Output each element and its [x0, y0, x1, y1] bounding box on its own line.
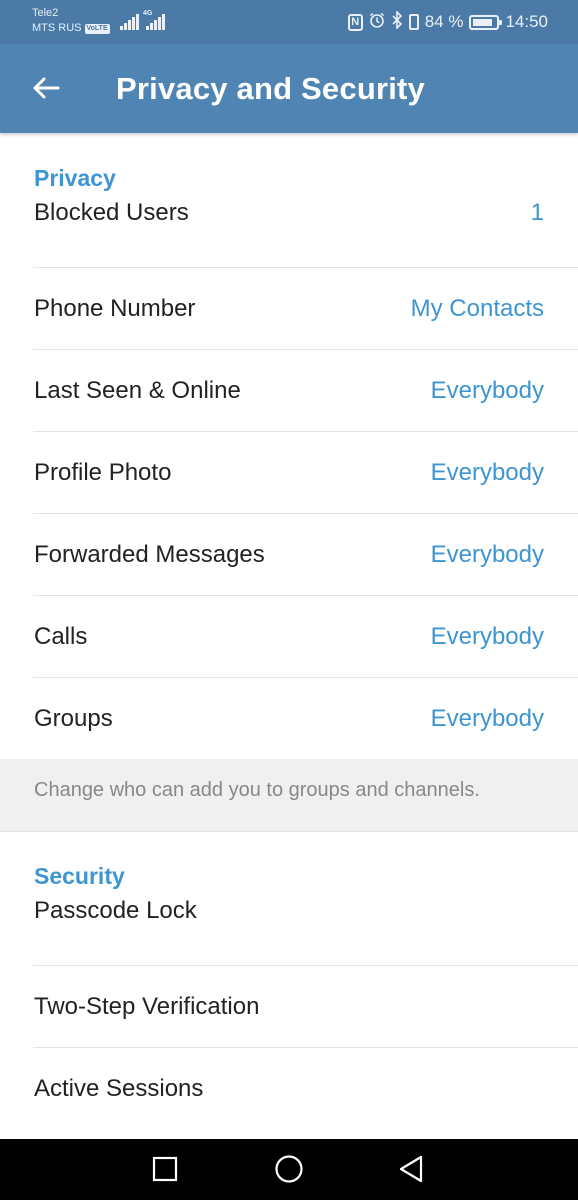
row-calls[interactable]: Calls Everybody	[0, 596, 578, 677]
groups-info-text: Change who can add you to groups and cha…	[0, 759, 578, 832]
row-value: Everybody	[430, 704, 544, 732]
alarm-icon	[369, 12, 385, 32]
app-bar: Privacy and Security	[0, 44, 578, 133]
recents-button[interactable]	[149, 1153, 181, 1185]
row-phone-number[interactable]: Phone Number My Contacts	[0, 268, 578, 349]
home-circle-icon	[275, 1155, 303, 1183]
row-label: Passcode Lock	[34, 897, 197, 924]
row-label: Groups	[34, 704, 113, 732]
recents-square-icon	[152, 1156, 178, 1182]
back-button[interactable]	[24, 66, 68, 110]
row-blocked-users[interactable]: Blocked Users 1	[0, 186, 578, 240]
battery-percent: 84 %	[424, 12, 464, 31]
vibrate-icon	[408, 14, 419, 30]
row-last-seen[interactable]: Last Seen & Online Everybody	[0, 350, 578, 431]
row-value: Everybody	[430, 540, 544, 568]
carrier-name-1: Tele2	[32, 7, 59, 19]
row-value: Everybody	[430, 458, 544, 486]
settings-list: Privacy Blocked Users 1 Phone Number My …	[0, 133, 578, 1139]
row-value: Everybody	[430, 376, 544, 404]
row-label: Blocked Users	[34, 199, 189, 226]
clock: 14:50	[505, 12, 548, 31]
battery-fill	[473, 18, 492, 26]
row-label: Calls	[34, 622, 88, 650]
row-label: Two-Step Verification	[34, 992, 260, 1020]
row-profile-photo[interactable]: Profile Photo Everybody	[0, 432, 578, 513]
nfc-icon: N	[347, 13, 363, 31]
row-forwarded-messages[interactable]: Forwarded Messages Everybody	[0, 514, 578, 595]
row-label: Last Seen & Online	[34, 376, 241, 404]
row-value: My Contacts	[410, 294, 544, 322]
row-active-sessions[interactable]: Active Sessions	[0, 1048, 578, 1129]
row-passcode-lock[interactable]: Passcode Lock	[0, 884, 578, 938]
status-right-group: N 84 % 14:50	[347, 10, 548, 34]
status-bar: Tele2 MTS RUS VoLTE 4G N 84 % 14:50	[0, 0, 578, 44]
row-label: Profile Photo	[34, 458, 172, 486]
volte-badge: VoLTE	[84, 23, 110, 34]
back-triangle-icon	[399, 1155, 423, 1183]
page-title: Privacy and Security	[116, 71, 425, 106]
signal-strength-icon-2	[146, 12, 165, 30]
bluetooth-icon	[391, 10, 403, 33]
row-label: Forwarded Messages	[34, 540, 265, 568]
row-two-step-verification[interactable]: Two-Step Verification	[0, 966, 578, 1047]
battery-icon	[469, 14, 503, 30]
carrier-name-2: MTS RUS	[32, 22, 82, 34]
row-label: Phone Number	[34, 294, 196, 322]
row-value: Everybody	[430, 622, 544, 650]
row-label: Active Sessions	[34, 1074, 204, 1102]
arrow-left-icon	[33, 77, 60, 99]
system-nav-bar	[0, 1139, 578, 1200]
signal-strength-icon	[120, 12, 139, 30]
row-groups[interactable]: Groups Everybody	[0, 678, 578, 759]
row-value: 1	[530, 199, 544, 226]
home-button[interactable]	[273, 1153, 305, 1185]
carrier-info: Tele2 MTS RUS VoLTE	[32, 6, 110, 36]
back-nav-button[interactable]	[395, 1153, 427, 1185]
